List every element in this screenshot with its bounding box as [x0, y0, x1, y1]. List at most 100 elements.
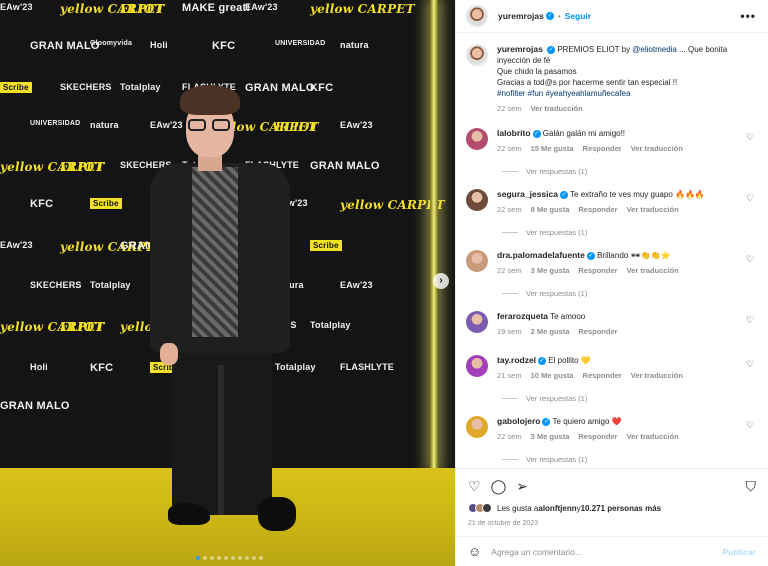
comment-username[interactable]: segura_jessica [497, 189, 558, 199]
verified-icon: ✓ [545, 12, 554, 20]
comment-time: 22 sem [497, 144, 522, 153]
comment-username[interactable]: ferarozqueta [497, 311, 548, 321]
like-comment-icon[interactable]: ♡ [746, 315, 756, 325]
likes-summary: Les gusta a alonftjenn y 10.271 personas… [468, 503, 756, 513]
caption-mention[interactable]: @eliotmedia [632, 45, 677, 54]
sponsor-logo: GRAN MALO [0, 400, 70, 412]
comment-likes[interactable]: 3 Me gusta [531, 265, 570, 276]
caption: yuremrojas ✓ PREMIOS ELIOT by @eliotmedi… [466, 44, 756, 114]
reply-button[interactable]: Responder [578, 326, 617, 337]
light-strip [430, 0, 438, 470]
translate-link[interactable]: Ver traducción [627, 204, 679, 215]
comment-likes[interactable]: 15 Me gusta [531, 143, 574, 154]
comment-username[interactable]: gabolojero [497, 416, 540, 426]
view-replies-button[interactable]: Ver respuestas (1) [502, 455, 756, 464]
commenter-avatar[interactable] [466, 250, 488, 272]
comment-likes[interactable]: 2 Me gusta [531, 326, 570, 337]
sponsor-logo: EAw'23 [245, 2, 278, 12]
verified-icon: ✓ [532, 129, 541, 138]
like-comment-icon[interactable]: ♡ [746, 359, 756, 369]
comment-item: ferarozqueta Te amooo 19 sem 2 Me gusta … [466, 311, 756, 355]
sponsor-logo: MAKE great! [182, 2, 251, 14]
comment-item: dra.palomadelafuente ✓ Brillando 🕶👏👏⭐ 22 … [466, 250, 756, 298]
comment-username[interactable]: tay.rodzel [497, 355, 536, 365]
comment-username[interactable]: dra.palomadelafuente [497, 250, 585, 260]
post-photo[interactable]: EAw'23 yellow CARPET ELIOT MAKE great! EAw'2… [0, 0, 455, 566]
comment-username[interactable]: lalobrito [497, 128, 531, 138]
view-replies-button[interactable]: Ver respuestas (1) [502, 394, 756, 403]
emoji-icon[interactable]: ☺ [468, 544, 481, 559]
like-comment-icon[interactable]: ♡ [746, 193, 756, 203]
like-comment-icon[interactable]: ♡ [746, 132, 756, 142]
translate-link[interactable]: Ver traducción [631, 370, 683, 381]
person [150, 85, 320, 555]
carousel-dot [238, 556, 242, 560]
share-icon[interactable]: ➢ [516, 478, 528, 495]
post-side-panel: yuremrojas ✓ • Seguir ••• yuremrojas ✓ P… [455, 0, 768, 566]
likes-count[interactable]: 10.271 personas más [581, 504, 662, 513]
sponsor-logo: ELIOT [120, 2, 164, 16]
bookmark-icon[interactable]: ⛉ [746, 478, 757, 495]
caption-username[interactable]: yuremrojas [497, 44, 543, 54]
reply-button[interactable]: Responder [583, 143, 622, 154]
carousel-dot [245, 556, 249, 560]
view-replies-button[interactable]: Ver respuestas (1) [502, 167, 756, 176]
post-header: yuremrojas ✓ • Seguir ••• [456, 0, 768, 33]
sponsor-logo: FLASHLYTE [340, 362, 394, 372]
sponsor-logo: SKECHERS [60, 82, 112, 92]
comment-likes[interactable]: 3 Me gusta [531, 431, 570, 442]
view-replies-button[interactable]: Ver respuestas (1) [502, 228, 756, 237]
next-photo-button[interactable]: › [433, 273, 449, 289]
sponsor-logo: natura [340, 40, 369, 50]
commenter-avatar[interactable] [466, 189, 488, 211]
publish-button[interactable]: Publicar [722, 547, 756, 557]
translate-link[interactable]: Ver traducción [627, 265, 679, 276]
comment-likes[interactable]: 8 Me gusta [531, 204, 570, 215]
heart-icon[interactable]: ♡ [468, 478, 481, 495]
like-comment-icon[interactable]: ♡ [746, 254, 756, 264]
comment-text: Te extraño te ves muy guapo 🔥🔥🔥 [570, 190, 705, 199]
comment-input[interactable] [491, 546, 713, 557]
commenter-avatar[interactable] [466, 355, 488, 377]
comments-list[interactable]: yuremrojas ✓ PREMIOS ELIOT by @eliotmedi… [456, 34, 768, 467]
sponsor-logo: KFC [90, 362, 114, 374]
reply-button[interactable]: Responder [578, 265, 617, 276]
likes-prefix: Les gusta a [497, 503, 539, 513]
sponsor-logo: KFC [30, 198, 54, 210]
caption-line: Que chido la pasamos [497, 67, 577, 76]
post-actions: ♡ ◯ ➢ ⛉ Les gusta a alonftjenn y 10.271 … [456, 468, 768, 527]
author-avatar[interactable] [466, 5, 488, 27]
more-options-icon[interactable]: ••• [740, 9, 756, 23]
comment-item: segura_jessica ✓ Te extraño te ves muy gu… [466, 189, 756, 237]
comment-icon[interactable]: ◯ [491, 478, 507, 495]
verified-icon: ✓ [542, 417, 551, 426]
carousel-dots [196, 556, 263, 560]
author-avatar[interactable] [466, 44, 488, 66]
sponsor-logo: Totalplay [90, 280, 131, 290]
commenter-avatar[interactable] [466, 128, 488, 150]
translate-link[interactable]: Ver traducción [631, 143, 683, 154]
likes-user[interactable]: alonftjenn [538, 504, 576, 513]
translate-link[interactable]: Ver traducción [531, 103, 583, 114]
liker-avatars [468, 503, 492, 513]
comment-time: 22 sem [497, 205, 522, 214]
verified-icon: ✓ [559, 190, 568, 199]
reply-button[interactable]: Responder [578, 204, 617, 215]
caption-time: 22 sem [497, 104, 522, 113]
reply-button[interactable]: Responder [583, 370, 622, 381]
follow-button[interactable]: Seguir [565, 11, 591, 21]
view-replies-button[interactable]: Ver respuestas (1) [502, 289, 756, 298]
carousel-dot [203, 556, 207, 560]
sponsor-logo: EAw'23 [340, 280, 373, 290]
sponsor-logo: UNIVERSIDAD [275, 40, 326, 47]
sponsor-logo: Scribe [0, 82, 32, 93]
like-comment-icon[interactable]: ♡ [746, 420, 756, 430]
comment-likes[interactable]: 10 Me gusta [531, 370, 574, 381]
sponsor-logo: EAw'23 [340, 120, 373, 130]
caption-hashtags[interactable]: #nofilter #fun #yeahyeahlamuñecafea [497, 89, 630, 98]
translate-link[interactable]: Ver traducción [627, 431, 679, 442]
commenter-avatar[interactable] [466, 311, 488, 333]
author-username[interactable]: yuremrojas [498, 11, 544, 21]
commenter-avatar[interactable] [466, 416, 488, 438]
reply-button[interactable]: Responder [578, 431, 617, 442]
